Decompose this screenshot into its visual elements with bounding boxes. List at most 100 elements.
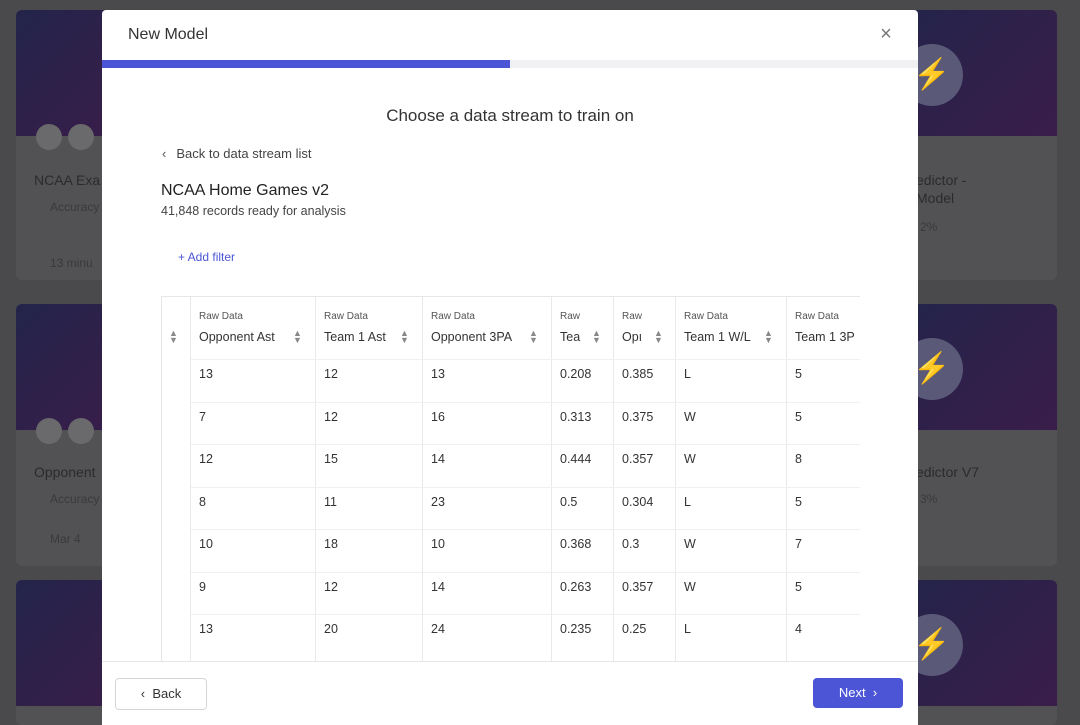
card-metric: 2%: [920, 220, 938, 234]
table-cell: 0.313: [560, 409, 592, 424]
table-cell: 0.235: [560, 622, 592, 636]
close-icon[interactable]: ×: [876, 24, 896, 44]
background-card: ⚡ edictor V7 3%: [900, 304, 1057, 566]
row-divider: [191, 571, 860, 573]
table-cell: 13: [199, 622, 213, 636]
sort-icon[interactable]: ▲ ▼: [293, 329, 302, 345]
column-group-label: Raw Data: [795, 311, 839, 322]
chevron-left-icon: ‹: [140, 686, 146, 701]
column-group-label: Raw Data: [684, 311, 728, 322]
table-cell: 20: [324, 622, 338, 636]
step-heading: Choose a data stream to train on: [386, 106, 634, 125]
table-cell: 8: [199, 494, 206, 509]
table-cell: 0.304: [622, 494, 654, 509]
table-cell: 23: [431, 494, 445, 509]
card-metric: Accuracy: [50, 200, 100, 214]
column-group-label: Raw: [622, 311, 643, 322]
next-button-label: Next: [838, 685, 866, 700]
card-title: NCAA Exa: [34, 172, 101, 188]
row-divider: [191, 529, 860, 530]
card-time: Mar 4: [50, 532, 81, 546]
card-time: 13 minu: [50, 256, 93, 270]
column-name: Team 1 W/L: [684, 330, 751, 344]
table-cell: 8: [795, 452, 802, 466]
table-cell: W: [684, 409, 696, 424]
card-title: edictor -: [916, 172, 967, 188]
table-cell: L: [684, 622, 691, 636]
column-name: Opponent 3PA: [431, 330, 513, 344]
table-cell: 10: [431, 537, 445, 551]
table-cell: 12: [324, 579, 338, 594]
column-header-team1-wl[interactable]: Raw Data Team 1 W/L ▲ ▼: [676, 297, 786, 359]
table-cell: 7: [795, 537, 802, 551]
column-group-label: Raw Data: [199, 311, 243, 322]
data-stream-records: 41,848 records ready for analysis: [161, 204, 346, 218]
table-cell: 0.25: [622, 622, 647, 636]
table-cell: 13: [431, 367, 445, 381]
table-cell: 14: [431, 452, 445, 466]
back-link-label: Back to data stream list: [176, 146, 312, 161]
data-preview-table: ▲ ▼ Raw Data Opponent Ast ▲ ▼ Raw Data Tea…: [161, 296, 860, 665]
dialog-header: New Model ×: [102, 10, 918, 60]
card-title: edictor V7: [916, 464, 980, 480]
table-cell: L: [684, 367, 691, 381]
table-cell: 16: [431, 409, 445, 424]
table-cell: W: [684, 452, 696, 466]
row-divider: [191, 401, 860, 403]
sort-icon[interactable]: ▲ ▼: [529, 329, 538, 345]
table-cell: 0.444: [560, 452, 592, 466]
table-cell: 5: [795, 367, 802, 381]
next-button[interactable]: Next ›: [813, 678, 903, 708]
sort-icon[interactable]: ▲ ▼: [654, 329, 663, 345]
table-cell: 5: [795, 579, 802, 594]
table-cell: 7: [199, 409, 206, 424]
table-cell: 13: [199, 367, 213, 381]
share-icon: [36, 418, 62, 444]
back-button[interactable]: ‹ Back: [115, 678, 207, 710]
data-stream-name: NCAA Home Games v2: [161, 182, 330, 199]
table-cell: 0.375: [622, 409, 654, 424]
column-header-team1-3p[interactable]: Raw Data Team 1 3P: [787, 297, 860, 359]
column-group-label: Raw Data: [324, 311, 368, 322]
star-icon: [68, 124, 94, 150]
back-to-stream-list-link[interactable]: ‹ Back to data stream list: [162, 146, 311, 161]
dialog-title: New Model: [128, 26, 209, 43]
column-name: Team 1 3P: [795, 330, 855, 344]
column-name: Team 1 Ast: [324, 330, 386, 344]
add-filter-button[interactable]: + Add filter: [178, 250, 235, 264]
table-cell: 5: [795, 409, 802, 424]
wizard-progress-fill: [102, 60, 510, 68]
row-divider: [191, 359, 860, 360]
table-cell: 0.385: [622, 367, 654, 381]
table-cell: 12: [324, 409, 338, 424]
sort-icon[interactable]: ▲ ▼: [400, 329, 409, 345]
wizard-progress: [102, 60, 918, 68]
column-group-label: Raw Data: [431, 311, 475, 322]
row-divider: [191, 486, 860, 488]
card-title: Opponent: [34, 464, 96, 480]
table-cell: W: [684, 537, 696, 551]
table-cell: 10: [199, 537, 213, 551]
table-cell: 24: [431, 622, 445, 636]
table-cell: 0.357: [622, 452, 654, 466]
table-cell: 12: [199, 452, 213, 466]
card-metric: 3%: [920, 492, 938, 506]
column-header-opp[interactable]: Raw Opı ▲ ▼: [614, 297, 675, 359]
table-cell: 5: [795, 494, 802, 509]
column-header-opponent-3pa[interactable]: Raw Data Opponent 3PA ▲ ▼: [423, 297, 551, 359]
star-icon: [68, 418, 94, 444]
table-cell: W: [684, 579, 696, 594]
row-divider: [191, 444, 860, 445]
column-header-team[interactable]: Raw Tea ▲ ▼: [552, 297, 613, 359]
sort-icon[interactable]: ▲ ▼: [592, 329, 601, 345]
sort-icon[interactable]: ▲ ▼: [169, 329, 178, 345]
background-card: ⚡ edictor - Model 2%: [900, 10, 1057, 280]
table-cell: 0.263: [560, 579, 592, 594]
background-card: ⚡: [900, 580, 1057, 725]
table-cell: 0.368: [560, 537, 592, 551]
column-header-opponent-ast[interactable]: Raw Data Opponent Ast ▲ ▼: [191, 297, 315, 359]
sort-icon[interactable]: ▲ ▼: [764, 329, 773, 345]
column-header-team1-ast[interactable]: Raw Data Team 1 Ast ▲ ▼: [316, 297, 422, 359]
table-cell: 18: [324, 537, 338, 551]
card-metric: Accuracy: [50, 492, 100, 506]
